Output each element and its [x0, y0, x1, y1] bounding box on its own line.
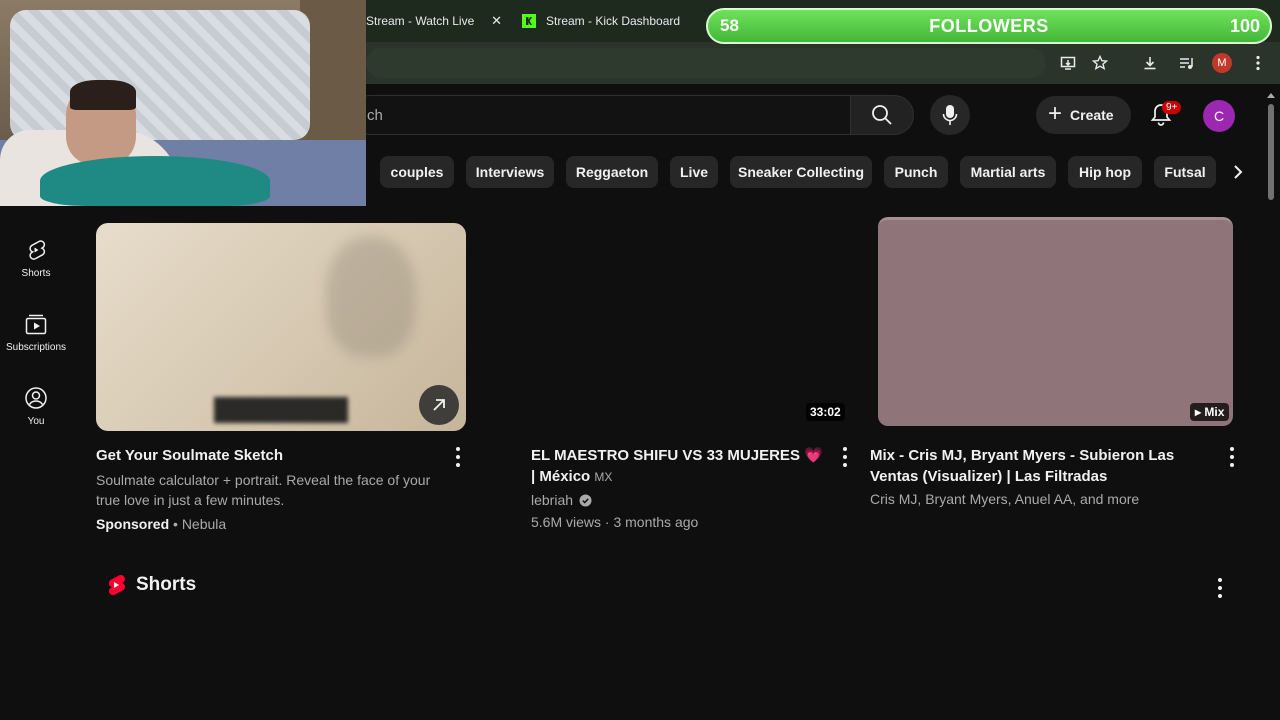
create-label: Create — [1070, 107, 1114, 123]
browser-profile-avatar[interactable]: M — [1212, 53, 1232, 73]
search-icon — [872, 105, 892, 125]
video-title[interactable]: EL MAESTRO SHIFU VS 33 MUJERES 💗 | Méxic… — [531, 445, 831, 488]
chip-couples[interactable]: couples — [380, 156, 454, 188]
mix-thumbnail[interactable] — [878, 217, 1233, 426]
sidebar-item-label: You — [27, 416, 45, 427]
channel-row[interactable]: lebriah — [531, 490, 592, 510]
playlist-play-icon: ▸ — [1195, 405, 1205, 419]
shorts-shelf-header: Shorts — [106, 574, 196, 596]
chip-punch[interactable]: Punch — [884, 156, 948, 188]
video-stats: 5.6M views · 3 months ago — [531, 514, 699, 530]
chip-interviews[interactable]: Interviews — [466, 156, 554, 188]
verified-check-icon — [579, 494, 592, 506]
download-icon[interactable] — [1140, 53, 1160, 73]
address-bar[interactable] — [366, 48, 1046, 78]
separator-dot: • — [173, 516, 182, 532]
sidebar-item-subscriptions[interactable]: Subscriptions — [0, 312, 72, 382]
subscriptions-icon — [25, 314, 47, 335]
more-options-icon[interactable] — [842, 447, 848, 467]
search-input[interactable]: ch — [350, 95, 850, 135]
notification-count-badge: 9+ — [1162, 101, 1182, 114]
close-tab-icon[interactable]: ✕ — [491, 13, 502, 29]
followers-label: FOLLOWERS — [929, 15, 1049, 36]
more-options-icon[interactable] — [455, 447, 461, 467]
mix-badge: ▸ Mix — [1190, 403, 1230, 421]
search-button[interactable] — [850, 95, 914, 135]
followers-goal-count: 100 — [1229, 15, 1260, 36]
chevron-right-icon[interactable] — [1226, 160, 1250, 184]
sidebar-item-shorts[interactable]: Shorts — [0, 238, 72, 308]
country-code: MX — [594, 470, 613, 484]
duration-badge: 33:02 — [806, 403, 845, 421]
video-title[interactable]: Get Your Soulmate Sketch — [96, 445, 436, 466]
open-link-arrow-icon[interactable] — [419, 385, 459, 425]
webcam-mattress — [10, 10, 310, 140]
tab-title: Stream - Kick Dashboard — [546, 14, 681, 28]
shorts-heading: Shorts — [136, 574, 197, 595]
sponsored-thumbnail[interactable] — [96, 223, 466, 431]
video-title[interactable]: Mix - Cris MJ, Bryant Myers - Subieron L… — [870, 445, 1210, 487]
more-options-icon[interactable] — [1217, 578, 1223, 598]
video-thumbnail[interactable] — [530, 223, 850, 431]
kick-logo-icon — [522, 14, 536, 28]
page-scrollbar[interactable] — [1268, 104, 1274, 200]
browser-menu-icon[interactable] — [1248, 53, 1268, 73]
mix-artists: Cris MJ, Bryant Myers, Anuel AA, and mor… — [870, 491, 1140, 507]
chip-reggaeton[interactable]: Reggaeton — [566, 156, 658, 188]
voice-search-button[interactable] — [930, 95, 970, 135]
more-options-icon[interactable] — [1229, 447, 1235, 467]
shorts-logo-icon — [108, 574, 125, 596]
chip-martial-arts[interactable]: Martial arts — [960, 156, 1056, 188]
sidebar-item-label: Subscriptions — [5, 342, 67, 353]
tab-watch-live[interactable]: Stream - Watch Live ✕ — [366, 8, 516, 34]
mix-badge-label: Mix — [1204, 405, 1225, 419]
you-icon — [25, 387, 47, 409]
channel-name[interactable]: lebriah — [531, 490, 573, 510]
sponsored-label: Sponsored — [96, 516, 170, 532]
webcam-overlay — [0, 0, 366, 206]
sidebar-item-you[interactable]: You — [0, 386, 72, 456]
ad-description: Soulmate calculator + portrait. Reveal t… — [96, 472, 431, 508]
sidebar-item-label: Shorts — [21, 268, 51, 279]
chip-futsal[interactable]: Futsal — [1154, 156, 1216, 188]
microphone-icon — [942, 105, 958, 125]
followers-goal-overlay: 58 FOLLOWERS 100 — [706, 8, 1272, 44]
plus-icon: + — [1048, 99, 1063, 127]
video-title-text: EL MAESTRO SHIFU VS 33 MUJERES 💗 | Méxic… — [531, 447, 823, 485]
chip-sneaker-collecting[interactable]: Sneaker Collecting — [730, 156, 872, 188]
shorts-icon — [29, 240, 46, 260]
thumbnail-cta-bar — [214, 397, 348, 423]
tab-title: Stream - Watch Live — [366, 14, 475, 28]
bookmark-star-icon[interactable] — [1090, 53, 1110, 73]
advertiser-name[interactable]: Nebula — [182, 516, 226, 532]
create-button[interactable]: + Create — [1036, 96, 1131, 134]
media-queue-icon[interactable] — [1176, 53, 1196, 73]
webcam-pillow — [40, 156, 270, 206]
tab-kick-dashboard[interactable]: Stream - Kick Dashboard — [522, 8, 702, 34]
chip-live[interactable]: Live — [670, 156, 718, 188]
account-avatar[interactable]: C — [1203, 100, 1235, 132]
chip-hip-hop[interactable]: Hip hop — [1068, 156, 1142, 188]
thumbnail-sketch-image — [326, 237, 416, 357]
search-placeholder: ch — [367, 107, 383, 124]
webcam-person-hair — [70, 80, 136, 110]
scroll-up-icon[interactable] — [1266, 90, 1276, 100]
install-app-icon[interactable] — [1058, 53, 1078, 73]
ad-attribution: Sponsored • Nebula — [96, 514, 446, 534]
